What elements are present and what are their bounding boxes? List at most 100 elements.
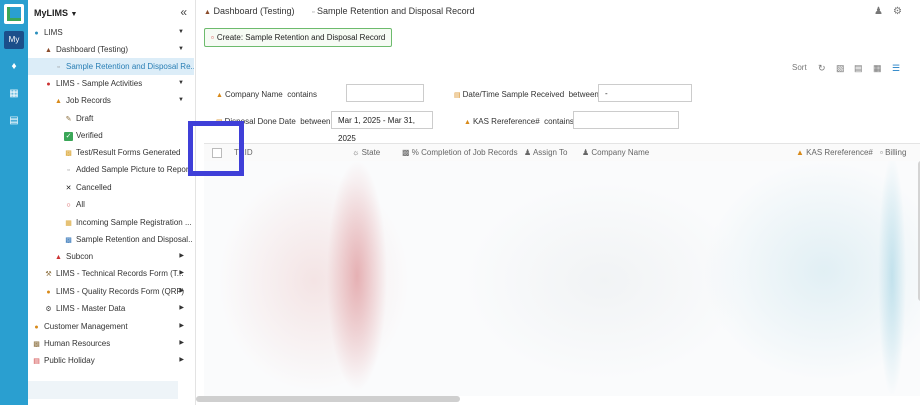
list-view-icon[interactable]: ☰ — [892, 63, 900, 74]
chevron-right-icon: ▶ — [179, 288, 184, 294]
sidebar-item-job-records[interactable]: ▲ Job Records ▼ — [54, 92, 192, 109]
sidebar-footer — [28, 381, 178, 399]
gear-icon[interactable]: ⚙ — [893, 6, 902, 17]
my-apps-button[interactable]: My — [4, 31, 24, 49]
sidebar-item-forms-generated[interactable]: ▩ Test/Result Forms Generated — [64, 144, 192, 161]
sidebar-item-customer-management[interactable]: ● Customer Management ▶ — [32, 318, 192, 335]
folder-icon: ▦ — [65, 220, 72, 227]
export-icon[interactable]: ▧ — [836, 63, 845, 74]
date-icon: ▤ — [454, 92, 461, 99]
sidebar-item-dashboard-testing[interactable]: ▲ Dashboard (Testing) ▼ — [44, 41, 192, 58]
collapse-sidebar-icon[interactable]: « — [180, 5, 187, 19]
subcon-icon: ▲ — [55, 254, 62, 261]
pencil-icon: ✎ — [65, 116, 72, 123]
sidebar-item-master-data[interactable]: ⚙ LIMS - Master Data ▶ — [44, 300, 192, 317]
breadcrumb-parent[interactable]: Dashboard (Testing) — [213, 6, 294, 16]
main-content: ▲ Dashboard (Testing) ▫ Sample Retention… — [196, 0, 920, 405]
user-settings-icon[interactable]: ♟ — [874, 6, 883, 17]
column-company-name[interactable]: ♟ Company Name — [582, 144, 649, 161]
column-state[interactable]: ☼ State — [352, 144, 380, 161]
sidebar-item-verified[interactable]: ✓ Verified — [64, 127, 192, 144]
filter-company-name-input[interactable] — [346, 84, 424, 102]
sidebar-item-all[interactable]: ○ All — [64, 196, 192, 213]
grid-header: TRID ☼ State ▩ % Completion of Job Recor… — [204, 143, 920, 162]
calendar-view-icon[interactable]: ▦ — [873, 63, 882, 74]
hr-icon: ▩ — [33, 341, 40, 348]
chevron-right-icon: ▶ — [179, 357, 184, 363]
job-records-icon: ▲ — [55, 98, 62, 105]
breadcrumb-separator — [302, 6, 305, 16]
tools-icon: ⚒ — [45, 271, 52, 278]
sidebar-item-lims[interactable]: ● LIMS ▼ — [32, 24, 192, 41]
sidebar-item-cancelled[interactable]: ✕ Cancelled — [64, 179, 192, 196]
highlight-box — [188, 121, 244, 176]
sidebar-item-quality-records[interactable]: ● LIMS - Quality Records Form (QRF) ▶ — [44, 283, 192, 300]
completion-icon: ▩ — [402, 148, 410, 157]
sidebar-item-incoming-sample-registration[interactable]: ▦ Incoming Sample Registration ... — [64, 214, 192, 231]
report-icon: ▫ — [57, 64, 60, 71]
app-rail: My ♦ ▦ ▤ — [0, 0, 28, 405]
filter-date-received-input[interactable]: - — [598, 84, 692, 102]
filter-date-received-label: ▤ Date/Time Sample Received between — [454, 90, 599, 99]
app-logo-icon[interactable] — [4, 4, 24, 24]
gear-icon: ⚙ — [45, 306, 52, 313]
sort-button[interactable]: Sort — [792, 63, 807, 72]
column-completion[interactable]: ▩ % Completion of Job Records — [402, 144, 518, 161]
sidebar-item-subcon[interactable]: ▲ Subcon ▶ — [54, 248, 192, 265]
document-icon: ▫ — [211, 33, 214, 42]
sidebar-item-added-sample-picture[interactable]: ▫ Added Sample Picture to Repor... — [64, 161, 192, 178]
sidebar-title[interactable]: MyLIMS ▼ — [34, 8, 77, 18]
person-icon: ▲ — [45, 47, 52, 54]
holiday-calendar-icon: ▤ — [33, 358, 40, 365]
chart-view-icon[interactable]: ▤ — [854, 63, 863, 74]
column-kas-ref[interactable]: ▲ KAS Rereference# — [796, 144, 873, 161]
state-icon: ☼ — [352, 148, 360, 157]
person-icon: ♟ — [524, 148, 532, 157]
picture-icon: ▫ — [67, 167, 70, 174]
chart-icon[interactable]: ▦ — [8, 88, 20, 100]
chevron-right-icon: ▶ — [179, 323, 184, 329]
filter-kas-ref-label: ▲ KAS Rereference# contains — [464, 117, 574, 126]
chevron-down-icon: ▼ — [178, 46, 184, 52]
filter-company-name-label: ▲ Company Name contains — [216, 90, 317, 99]
sidebar: MyLIMS ▼ « ● LIMS ▼ ▲ Dashboard (Testing) ▼ … — [28, 0, 196, 405]
company-icon: ▲ — [216, 92, 223, 99]
column-billing[interactable]: ▫ Billing — [880, 144, 906, 161]
create-record-button[interactable]: ▫ Create: Sample Retention and Disposal R… — [204, 28, 393, 47]
sidebar-item-sample-retention-report[interactable]: ▫ Sample Retention and Disposal Re... — [28, 58, 194, 75]
calendar-icon[interactable]: ▤ — [8, 115, 20, 127]
person-icon: ▲ — [204, 9, 211, 16]
close-icon: ✕ — [65, 185, 72, 192]
breadcrumb: ▲ Dashboard (Testing) ▫ Sample Retention… — [204, 6, 475, 16]
kas-icon: ▲ — [796, 148, 804, 157]
filter-disposal-date-input[interactable]: Mar 1, 2025 - Mar 31, 2025 — [331, 111, 433, 143]
report-icon: ▫ — [312, 9, 315, 16]
sidebar-item-sample-retention-disposal[interactable]: ▩ Sample Retention and Disposal... — [64, 231, 192, 248]
chevron-right-icon: ▶ — [179, 270, 184, 276]
sidebar-item-draft[interactable]: ✎ Draft — [64, 110, 192, 127]
billing-icon: ▫ — [880, 148, 883, 157]
kas-icon: ▲ — [464, 119, 471, 126]
sidebar-item-human-resources[interactable]: ▩ Human Resources ▶ — [32, 335, 192, 352]
circle-icon: ○ — [66, 202, 71, 209]
bell-icon[interactable]: ♦ — [8, 61, 20, 73]
disposal-icon: ▩ — [65, 237, 72, 244]
company-icon: ♟ — [582, 148, 590, 157]
check-icon: ✓ — [64, 132, 73, 141]
chevron-right-icon: ▶ — [179, 340, 184, 346]
refresh-icon[interactable]: ↻ — [818, 63, 826, 74]
chevron-down-icon: ▼ — [178, 29, 184, 35]
chevron-right-icon: ▶ — [179, 253, 184, 259]
horizontal-scrollbar[interactable] — [196, 396, 460, 402]
sidebar-item-technical-records[interactable]: ⚒ LIMS - Technical Records Form (T... ▶ — [44, 265, 192, 282]
globe-icon: ● — [34, 30, 39, 37]
sidebar-item-public-holiday[interactable]: ▤ Public Holiday ▶ — [32, 352, 192, 369]
grid-body-blurred — [204, 161, 920, 396]
chevron-down-icon: ▼ — [178, 97, 184, 103]
chevron-right-icon: ▶ — [179, 305, 184, 311]
chevron-down-icon: ▼ — [178, 80, 184, 86]
filter-kas-ref-input[interactable] — [573, 111, 679, 129]
quality-icon: ● — [46, 289, 51, 296]
sidebar-item-sample-activities[interactable]: ● LIMS - Sample Activities ▼ — [44, 75, 192, 92]
column-assign-to[interactable]: ♟ Assign To — [524, 144, 568, 161]
